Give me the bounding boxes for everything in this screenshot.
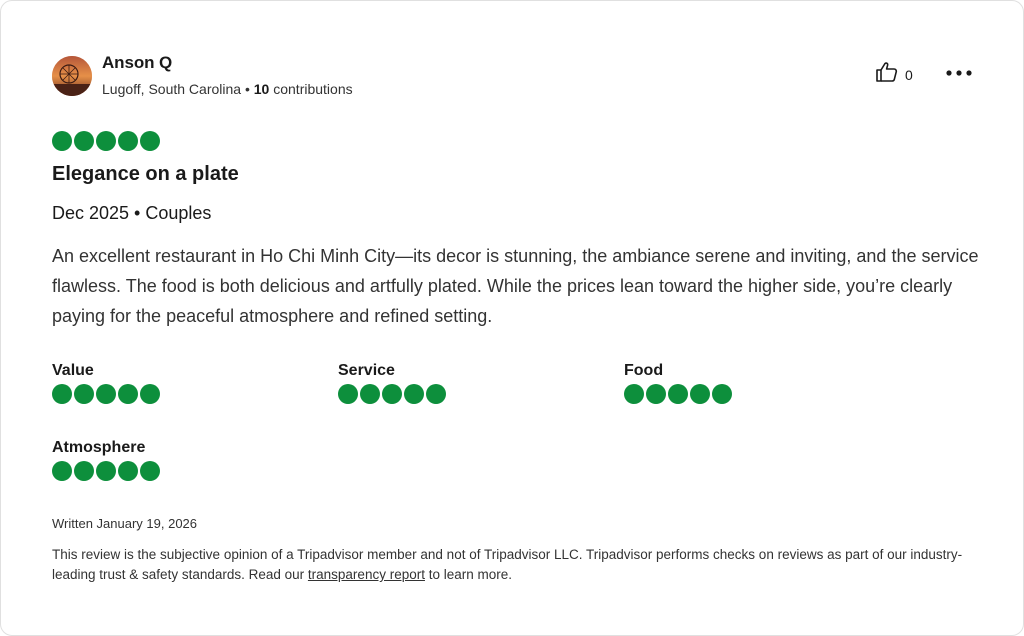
rating-bubble-filled [118,461,138,481]
rating-bubble-filled [712,384,732,404]
rating-bubble-filled [96,384,116,404]
rating-bubble-filled [118,384,138,404]
rating-bubble-filled [74,461,94,481]
sub-rating-label: Value [52,362,94,379]
sub-rating-atmosphere: Atmosphere [52,439,160,481]
rating-bubble-filled [646,384,666,404]
sub-rating-bubbles [624,384,732,404]
sub-rating-bubbles [338,384,446,404]
sub-rating-label: Atmosphere [52,439,146,456]
sub-rating-service: Service [338,362,446,404]
review-body: An excellent restaurant in Ho Chi Minh C… [52,246,979,326]
written-date: Written January 19, 2026 [52,516,198,531]
rating-bubble-filled [690,384,710,404]
contributions-label: contributions [273,81,353,97]
rating-bubble-filled [360,384,380,404]
thumbs-up-icon [875,61,899,88]
rating-bubble-filled [52,384,72,404]
rating-bubble-filled [74,384,94,404]
reviewer-name[interactable]: Anson Q [102,53,172,73]
rating-bubble-filled [624,384,644,404]
rating-bubble-filled [140,461,160,481]
sub-rating-food: Food [624,362,732,404]
transparency-report-link[interactable]: transparency report [308,567,425,582]
rating-bubble-filled [338,384,358,404]
rating-bubble-filled [668,384,688,404]
overall-rating [52,131,160,151]
more-horizontal-icon [946,70,972,76]
rating-bubble-filled [96,131,116,151]
rating-bubble-filled [426,384,446,404]
rating-bubble-filled [404,384,424,404]
review-disclaimer: This review is the subjective opinion of… [52,545,982,585]
rating-bubble-filled [52,461,72,481]
rating-bubble-filled [74,131,94,151]
sub-rating-bubbles [52,461,160,481]
rating-bubble-filled [140,131,160,151]
disclaimer-text-end: to learn more. [424,567,513,582]
trip-info: Dec 2025 • Couples [52,203,212,223]
avatar-image [52,56,92,96]
rating-bubble-filled [118,131,138,151]
contributions-count: 10 [253,81,270,97]
like-button[interactable]: 0 [875,61,913,88]
more-options-button[interactable] [944,63,974,83]
sub-rating-label: Food [624,362,664,379]
avatar[interactable] [52,56,92,96]
rating-bubble-filled [96,461,116,481]
reviewer-location: Lugoff, South Carolina [102,81,242,97]
sub-rating-label: Service [338,362,395,379]
review-title[interactable]: Elegance on a plate [52,163,239,186]
rating-bubble-filled [382,384,402,404]
review-card: Anson Q Lugoff, South Carolina • 10 cont… [0,0,1024,636]
sub-rating-value: Value [52,362,160,404]
reviewer-meta: Lugoff, South Carolina • 10 contribution… [102,81,353,97]
rating-bubble-filled [52,131,72,151]
rating-bubble-filled [140,384,160,404]
sub-rating-bubbles [52,384,160,404]
meta-separator: • [244,81,250,97]
like-count: 0 [905,66,913,83]
